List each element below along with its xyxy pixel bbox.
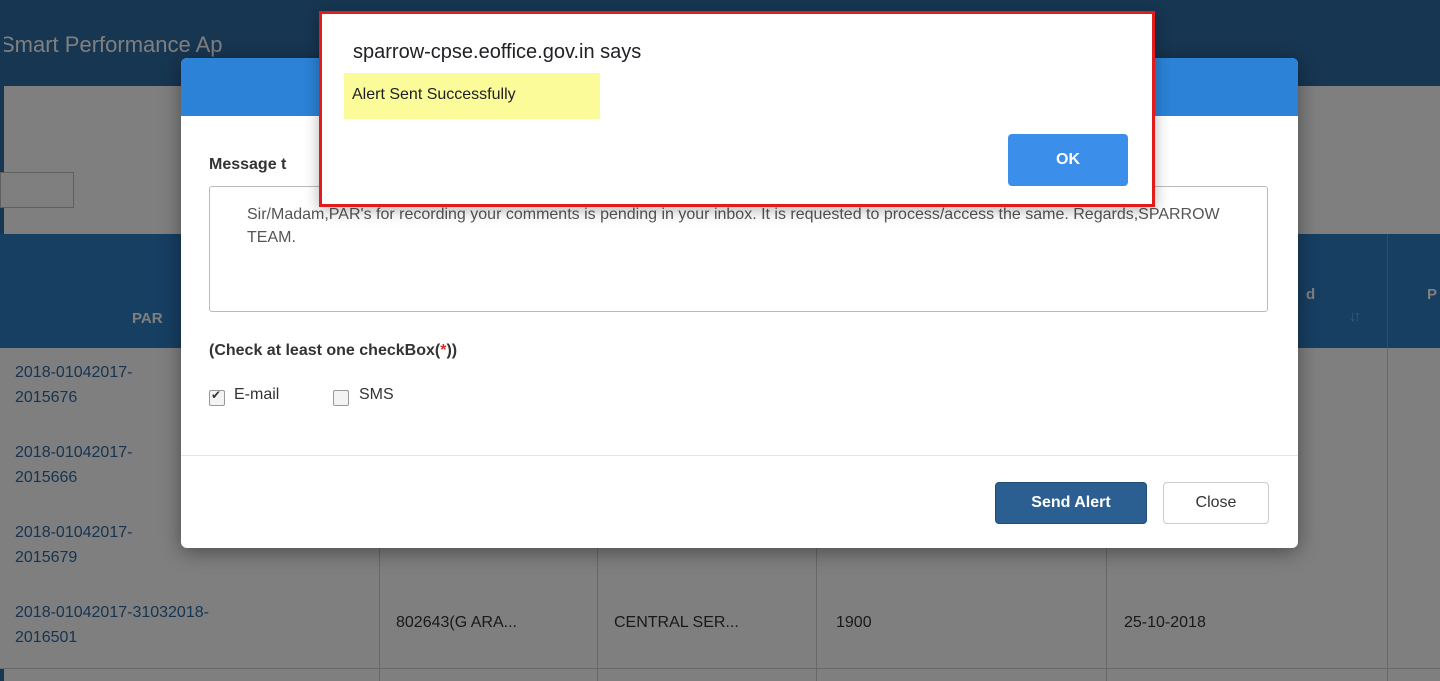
alert-origin: sparrow-cpse.eoffice.gov.in says [353,41,642,63]
browser-alert-dialog: sparrow-cpse.eoffice.gov.in says Alert S… [319,11,1155,207]
email-checkbox[interactable]: ✔ [209,388,225,406]
checkbox-note-prefix: (Check at least one checkBox( [209,342,441,359]
send-alert-button[interactable]: Send Alert [995,482,1147,524]
alert-message: Alert Sent Successfully [352,86,516,103]
close-button[interactable]: Close [1163,482,1269,524]
ok-button[interactable]: OK [1008,134,1128,186]
checkbox-note: (Check at least one checkBox(*)) [209,342,457,360]
sms-label[interactable]: SMS [359,386,394,404]
message-label: Message t [209,156,287,173]
sms-checkbox[interactable] [333,390,349,406]
alert-message-highlight: Alert Sent Successfully [344,73,600,119]
email-label[interactable]: E-mail [234,386,279,404]
modal-footer-divider [181,455,1298,456]
checkbox-note-suffix: )) [446,342,458,359]
check-icon: ✔ [211,388,222,402]
